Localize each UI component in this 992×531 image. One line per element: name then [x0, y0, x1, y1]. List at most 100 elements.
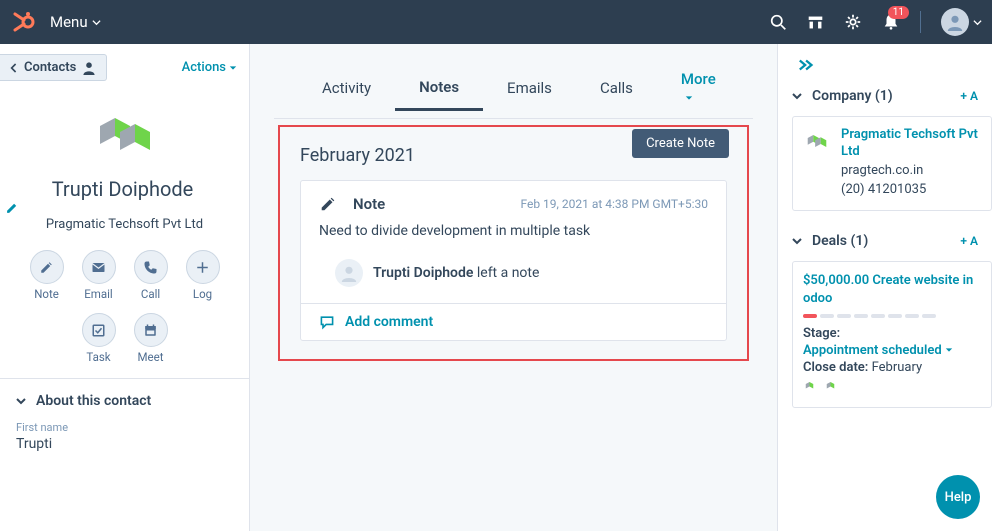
actions-dropdown[interactable]: Actions — [182, 60, 237, 75]
field-value: Trupti — [16, 436, 233, 452]
tab-calls[interactable]: Calls — [576, 67, 657, 109]
quick-actions-grid: Note Email Call Log Task Meet — [0, 246, 249, 378]
divider — [920, 11, 921, 33]
calendar-icon — [134, 313, 168, 347]
activity-tabs: Activity Notes Emails Calls More — [274, 58, 753, 119]
edit-name-icon[interactable] — [5, 201, 244, 215]
note-body-text: Need to divide development in multiple t… — [319, 223, 708, 239]
main-layout: Contacts Actions Trupti Doiphode Pragmat… — [0, 44, 992, 531]
quick-action-task[interactable]: Task — [80, 313, 118, 364]
user-avatar-icon — [941, 8, 969, 36]
close-value: February — [872, 360, 923, 375]
note-edit-icon[interactable] — [319, 195, 337, 213]
add-comment-link[interactable]: Add comment — [345, 314, 433, 330]
note-timestamp: Feb 19, 2021 at 4:38 PM GMT+5:30 — [520, 197, 708, 211]
help-button[interactable]: Help — [936, 475, 980, 519]
deal-companies-icons — [803, 379, 981, 397]
tab-more[interactable]: More — [657, 58, 740, 118]
company-section-title: Company (1) — [812, 88, 893, 104]
quick-action-log[interactable]: Log — [184, 250, 222, 301]
chevron-left-icon — [10, 63, 18, 73]
progress-segment — [854, 314, 868, 318]
note-card[interactable]: Note Feb 19, 2021 at 4:38 PM GMT+5:30 Ne… — [300, 180, 727, 341]
note-footer: Add comment — [301, 303, 726, 340]
tab-emails[interactable]: Emails — [483, 67, 576, 109]
author-avatar-icon — [335, 259, 363, 287]
task-icon — [82, 313, 116, 347]
note-header: Note Feb 19, 2021 at 4:38 PM GMT+5:30 — [319, 195, 708, 213]
deal-stage-progress — [803, 314, 981, 318]
quick-action-email[interactable]: Email — [80, 250, 118, 301]
company-logo-icon — [803, 127, 831, 155]
action-label: Log — [193, 287, 212, 301]
note-author-text: Trupti Doiphode left a note — [373, 265, 539, 281]
close-label: Close date: — [803, 360, 868, 375]
back-to-contacts-button[interactable]: Contacts — [0, 54, 107, 81]
tab-notes[interactable]: Notes — [395, 66, 483, 111]
menu-dropdown[interactable]: Menu — [50, 13, 101, 31]
chevron-down-icon — [973, 18, 982, 27]
settings-gear-icon[interactable] — [844, 13, 862, 31]
quick-action-note[interactable]: Note — [28, 250, 66, 301]
first-name-field[interactable]: First name Trupti — [0, 417, 249, 462]
action-label: Meet — [138, 350, 164, 364]
progress-segment — [820, 314, 834, 318]
company-phone: (20) 41201035 — [841, 180, 981, 200]
left-sidebar: Contacts Actions Trupti Doiphode Pragmat… — [0, 44, 250, 531]
highlighted-month-block: February 2021 Note Feb 19, 2021 at 4:38 … — [278, 125, 749, 361]
contact-name-row: Trupti Doiphode — [0, 169, 249, 217]
action-label: Email — [84, 287, 112, 301]
actions-label: Actions — [182, 60, 226, 75]
add-company-link[interactable]: + A — [960, 89, 978, 103]
progress-segment — [871, 314, 885, 318]
marketplace-icon[interactable] — [807, 14, 824, 31]
center-panel: Activity Notes Emails Calls More Create … — [250, 44, 777, 531]
progress-segment — [837, 314, 851, 318]
about-section-header[interactable]: About this contact — [0, 378, 249, 417]
left-header: Contacts Actions — [0, 44, 249, 91]
chevron-down-icon — [16, 396, 26, 406]
note-icon — [30, 250, 64, 284]
company-logo-icon — [86, 103, 164, 165]
notifications-icon[interactable]: 11 — [882, 13, 900, 31]
author-name: Trupti Doiphode — [373, 265, 473, 281]
deal-stage-row: Stage: — [803, 326, 981, 341]
deal-stage-value[interactable]: Appointment scheduled — [803, 343, 981, 358]
menu-label: Menu — [50, 13, 88, 31]
contact-avatar — [0, 91, 249, 169]
topbar-right: 11 — [770, 8, 982, 36]
deals-section-header[interactable]: Deals (1) + A — [778, 225, 992, 257]
note-title: Note — [353, 195, 385, 213]
contact-company: Pragmatic Techsoft Pvt Ltd — [0, 217, 249, 246]
phone-icon — [134, 250, 168, 284]
search-icon[interactable] — [770, 14, 787, 31]
chevron-down-icon — [792, 91, 802, 101]
account-menu[interactable] — [941, 8, 982, 36]
email-icon — [82, 250, 116, 284]
company-section-header[interactable]: Company (1) + A — [778, 80, 992, 112]
company-name-link[interactable]: Pragmatic Techsoft Pvt Ltd — [841, 127, 981, 161]
add-deal-link[interactable]: + A — [960, 234, 978, 248]
chevron-down-icon — [792, 236, 802, 246]
create-note-button[interactable]: Create Note — [632, 129, 729, 158]
contact-name: Trupti Doiphode — [52, 177, 194, 201]
quick-action-call[interactable]: Call — [132, 250, 170, 301]
person-icon — [82, 61, 96, 75]
deal-title-link[interactable]: $50,000.00 Create website in odoo — [803, 272, 981, 308]
about-title: About this contact — [36, 393, 151, 409]
progress-segment — [922, 314, 936, 318]
more-label: More — [681, 70, 716, 88]
stage-label: Stage: — [803, 326, 840, 341]
deal-card[interactable]: $50,000.00 Create website in odoo Stage:… — [792, 261, 992, 408]
company-card[interactable]: Pragmatic Techsoft Pvt Ltd pragtech.co.i… — [792, 116, 992, 211]
caret-down-icon — [685, 94, 693, 102]
contacts-label: Contacts — [24, 60, 76, 75]
quick-action-meet[interactable]: Meet — [132, 313, 170, 364]
expand-sidebar-icon[interactable] — [778, 44, 992, 80]
hubspot-logo-icon[interactable] — [10, 9, 36, 35]
tab-activity[interactable]: Activity — [298, 67, 395, 109]
plus-icon — [186, 250, 220, 284]
topbar-left: Menu — [10, 9, 101, 35]
deal-close-row: Close date: February — [803, 360, 981, 375]
top-nav-bar: Menu 11 — [0, 0, 992, 44]
